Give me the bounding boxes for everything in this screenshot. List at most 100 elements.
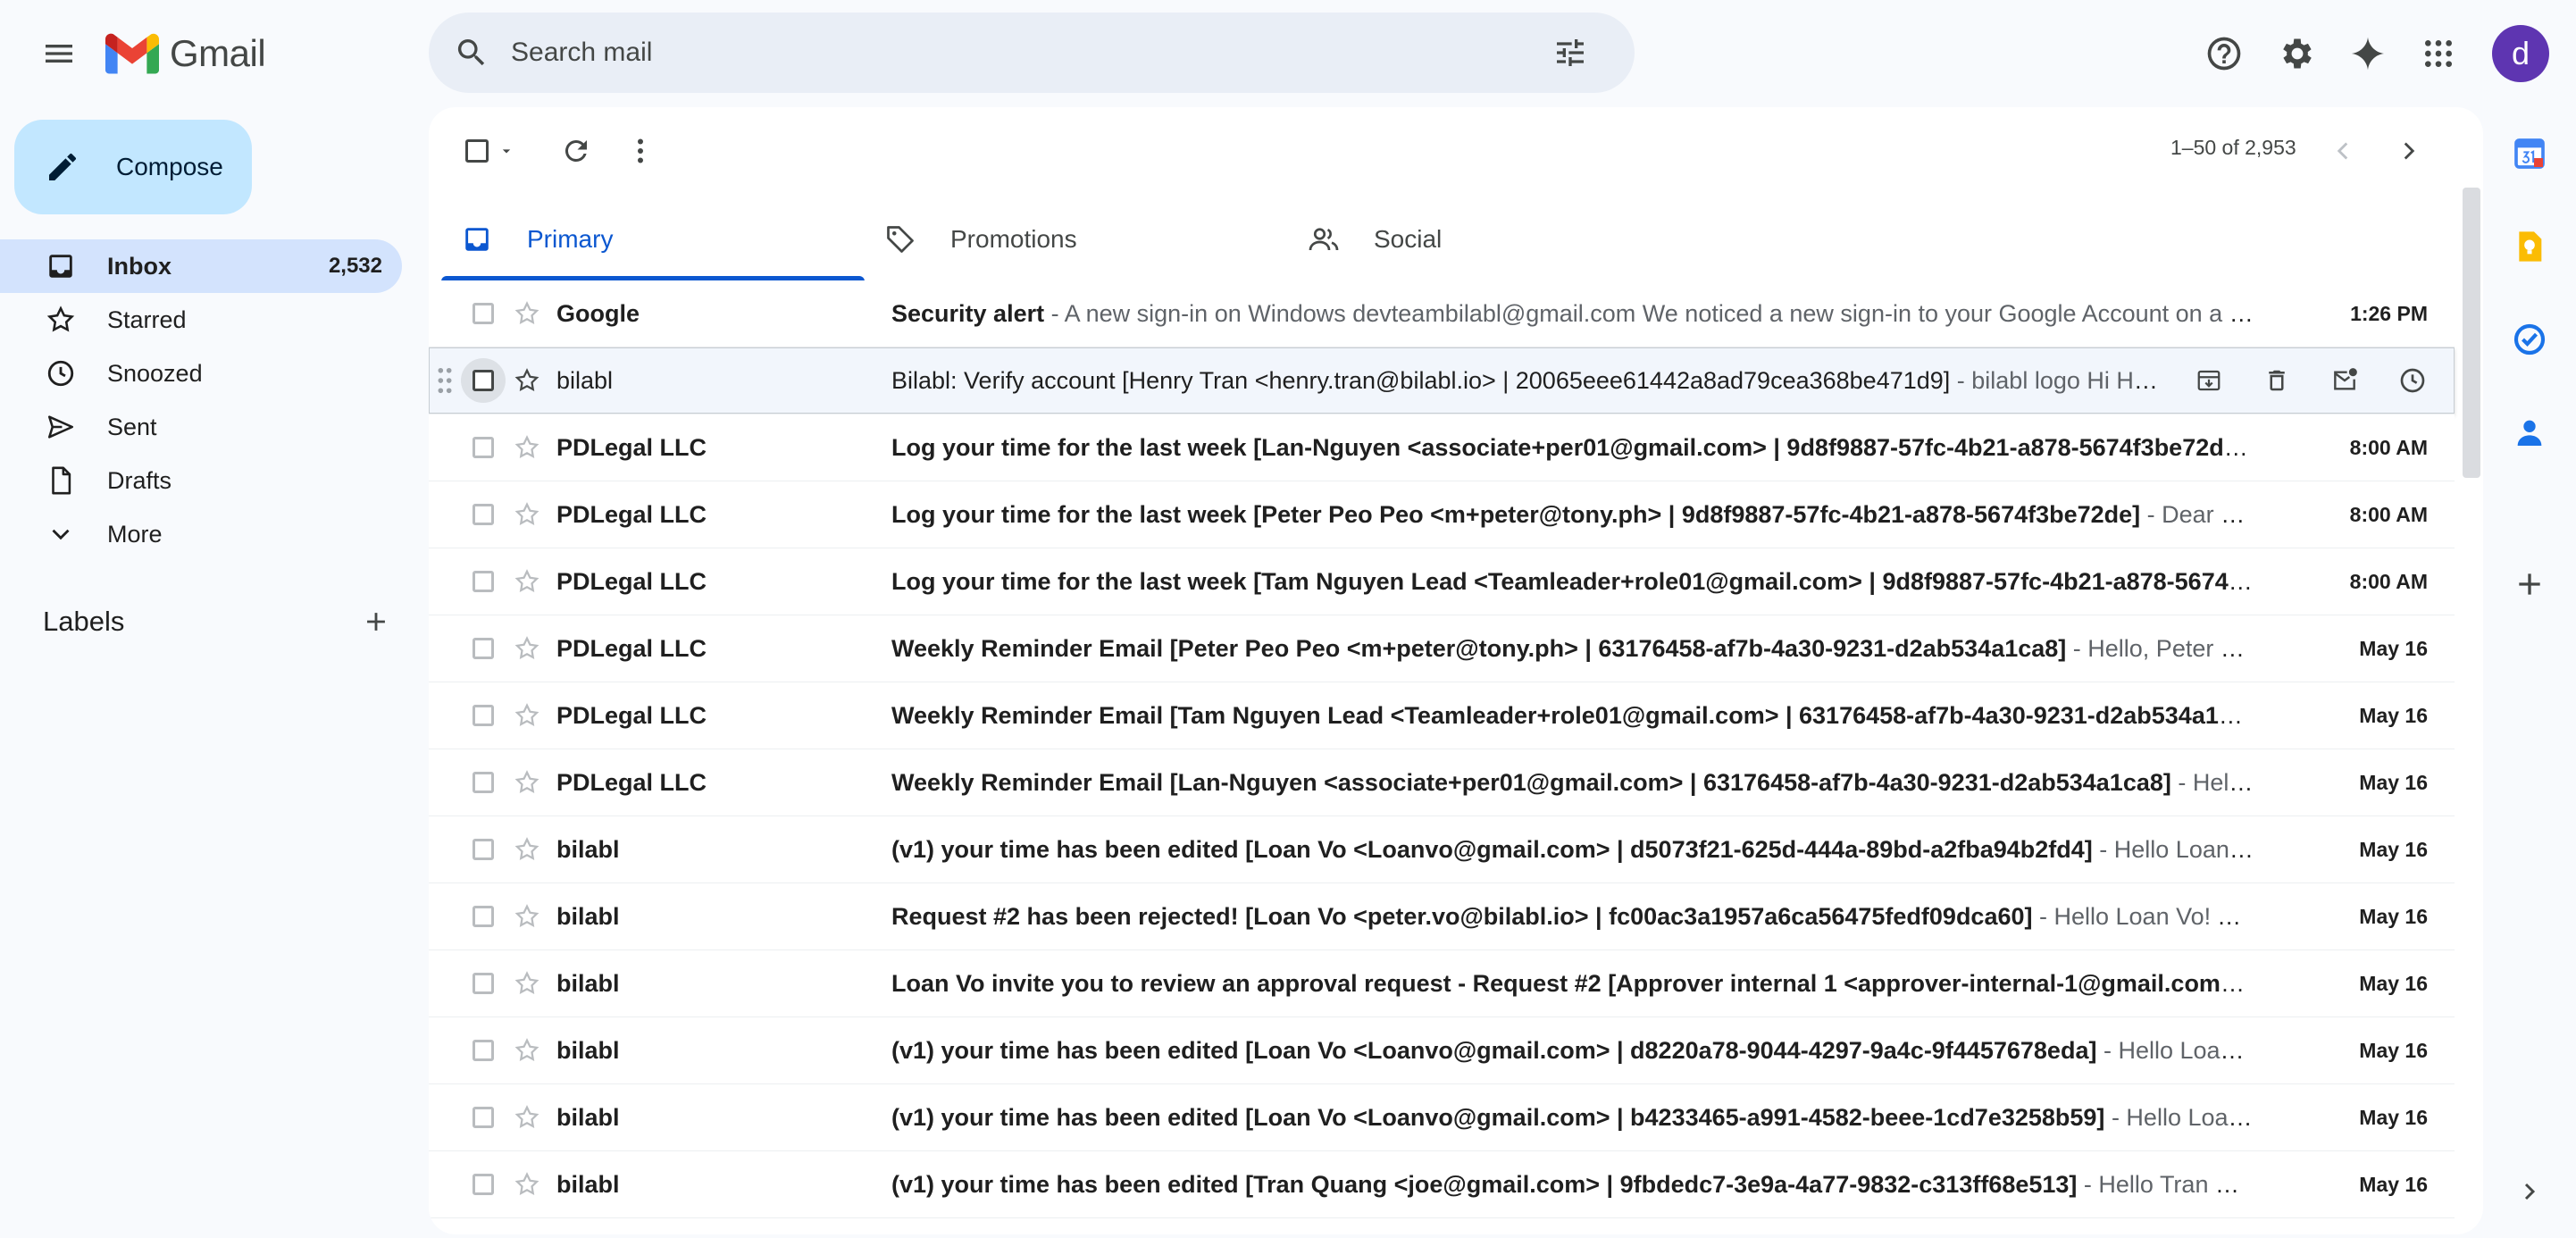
unread-count: 2,532: [328, 254, 382, 278]
sidebar-item-label: Inbox: [107, 252, 171, 280]
tab-promotions[interactable]: Promotions: [865, 197, 1288, 281]
get-addons-button[interactable]: [2505, 559, 2555, 609]
help-button[interactable]: [2195, 25, 2253, 82]
older-page-button[interactable]: [2387, 129, 2431, 173]
calendar-app-button[interactable]: [2505, 129, 2555, 179]
mail-list-scrollbar[interactable]: [2463, 188, 2480, 478]
email-snippet: - Hello Loan Vo...: [2111, 1103, 2254, 1131]
star-toggle-icon[interactable]: [509, 1167, 545, 1202]
email-subject: Bilabl: Verify account [Henry Tran <henr…: [891, 366, 1951, 394]
row-checkbox[interactable]: [461, 827, 506, 872]
search-options-icon[interactable]: [1545, 28, 1595, 78]
star-toggle-icon[interactable]: [509, 296, 545, 331]
settings-button[interactable]: [2269, 25, 2326, 82]
mark-unread-icon[interactable]: [2322, 358, 2367, 403]
row-checkbox[interactable]: [461, 492, 506, 537]
email-row[interactable]: PDLegal LLC Weekly Reminder Email [Peter…: [429, 615, 2455, 682]
row-checkbox[interactable]: [461, 626, 506, 671]
star-toggle-icon[interactable]: [509, 430, 545, 465]
email-content: (v1) your time has been edited [Loan Vo …: [891, 1104, 2254, 1132]
star-toggle-icon[interactable]: [509, 1100, 545, 1135]
google-apps-button[interactable]: [2410, 25, 2467, 82]
archive-icon[interactable]: [2187, 358, 2231, 403]
row-checkbox[interactable]: [461, 425, 506, 470]
contacts-app-button[interactable]: [2505, 407, 2555, 457]
row-checkbox[interactable]: [461, 1162, 506, 1207]
star-toggle-icon[interactable]: [509, 497, 545, 532]
search-input[interactable]: [511, 38, 1545, 68]
email-row[interactable]: PDLegal LLC Log your time for the last w…: [429, 414, 2455, 481]
email-row[interactable]: PDLegal LLC Weekly Reminder Email [Tam N…: [429, 682, 2455, 749]
star-toggle-icon[interactable]: [509, 899, 545, 934]
star-toggle-icon[interactable]: [509, 765, 545, 800]
tasks-app-button[interactable]: [2505, 314, 2555, 364]
row-checkbox[interactable]: [461, 693, 506, 738]
sidebar-item-more[interactable]: More: [0, 507, 402, 561]
row-checkbox[interactable]: [461, 358, 506, 403]
tab-social[interactable]: Social: [1288, 197, 1711, 281]
sidebar-item-snoozed[interactable]: Snoozed: [0, 347, 402, 400]
star-toggle-icon[interactable]: [509, 363, 545, 398]
sidebar-item-sent[interactable]: Sent: [0, 400, 402, 454]
refresh-button[interactable]: [554, 129, 598, 173]
toggle-side-panel-button[interactable]: [2505, 1167, 2555, 1217]
checkbox-box: [473, 303, 494, 324]
email-row[interactable]: bilabl Loan Vo invite you to review an a…: [429, 950, 2455, 1017]
row-checkbox[interactable]: [461, 961, 506, 1006]
email-row[interactable]: bilabl (v1) your time has been edited [T…: [429, 1151, 2455, 1218]
search-bar[interactable]: [429, 13, 1635, 93]
gmail-logo[interactable]: Gmail: [105, 30, 266, 77]
email-row[interactable]: bilabl (v1) your time has been edited [L…: [429, 1084, 2455, 1151]
trash-icon[interactable]: [2254, 358, 2299, 403]
checkbox-box: [473, 705, 494, 726]
contacts-person-icon: [2517, 420, 2542, 446]
apps-grid-icon: [2425, 40, 2452, 67]
keep-app-button[interactable]: [2505, 222, 2555, 272]
newer-page-button[interactable]: [2321, 129, 2365, 173]
email-sender: bilabl: [556, 902, 620, 930]
email-date: May 16: [2359, 770, 2428, 794]
more-actions-button[interactable]: [618, 129, 663, 173]
main-menu-button[interactable]: [32, 27, 86, 80]
star-toggle-icon[interactable]: [509, 564, 545, 599]
email-row[interactable]: bilabl Request #2 has been rejected! [Lo…: [429, 883, 2455, 950]
star-toggle-icon[interactable]: [509, 966, 545, 1001]
compose-button[interactable]: Compose: [14, 120, 252, 214]
row-checkbox[interactable]: [461, 291, 506, 336]
email-subject: Log your time for the last week [Lan-Ngu…: [891, 433, 2246, 461]
sidebar-item-inbox[interactable]: Inbox 2,532: [0, 239, 402, 293]
row-checkbox[interactable]: [461, 894, 506, 939]
gemini-button[interactable]: [2339, 25, 2396, 82]
star-toggle-icon[interactable]: [509, 1033, 545, 1068]
select-all-checkbox[interactable]: [459, 129, 522, 173]
email-sender: PDLegal LLC: [556, 433, 707, 461]
sidebar-item-drafts[interactable]: Drafts: [0, 454, 402, 507]
star-toggle-icon[interactable]: [509, 631, 545, 666]
star-toggle-icon[interactable]: [509, 698, 545, 733]
row-checkbox[interactable]: [461, 559, 506, 604]
chevron-right-icon: [2404, 142, 2415, 160]
tab-primary[interactable]: Primary: [441, 197, 865, 281]
email-row[interactable]: PDLegal LLC Log your time for the last w…: [429, 548, 2455, 615]
email-row[interactable]: bilabl (v1) your time has been edited [L…: [429, 1017, 2455, 1084]
email-row[interactable]: PDLegal LLC Log your time for the last w…: [429, 481, 2455, 548]
star-toggle-icon[interactable]: [509, 832, 545, 867]
drag-handle-icon[interactable]: [436, 367, 454, 394]
email-row[interactable]: PDLegal LLC Weekly Reminder Email [Lan-N…: [429, 749, 2455, 816]
tab-label: Primary: [527, 224, 614, 253]
row-checkbox[interactable]: [461, 1095, 506, 1140]
email-row[interactable]: bilabl Bilabl: Verify account [Henry Tra…: [429, 347, 2455, 414]
search-icon[interactable]: [450, 31, 493, 74]
account-avatar[interactable]: d: [2492, 25, 2549, 82]
caret-down-icon[interactable]: [498, 142, 515, 160]
email-row[interactable]: Google Security alert - A new sign-in on…: [429, 280, 2455, 347]
checkbox[interactable]: [465, 139, 489, 163]
inbox-icon: [45, 250, 77, 282]
snooze-clock-icon[interactable]: [2390, 358, 2435, 403]
row-checkbox[interactable]: [461, 1028, 506, 1073]
email-sender: PDLegal LLC: [556, 634, 707, 662]
email-row[interactable]: bilabl (v1) your time has been edited [L…: [429, 816, 2455, 883]
row-checkbox[interactable]: [461, 760, 506, 805]
sidebar-item-starred[interactable]: Starred: [0, 293, 402, 347]
create-label-button[interactable]: [361, 606, 391, 637]
